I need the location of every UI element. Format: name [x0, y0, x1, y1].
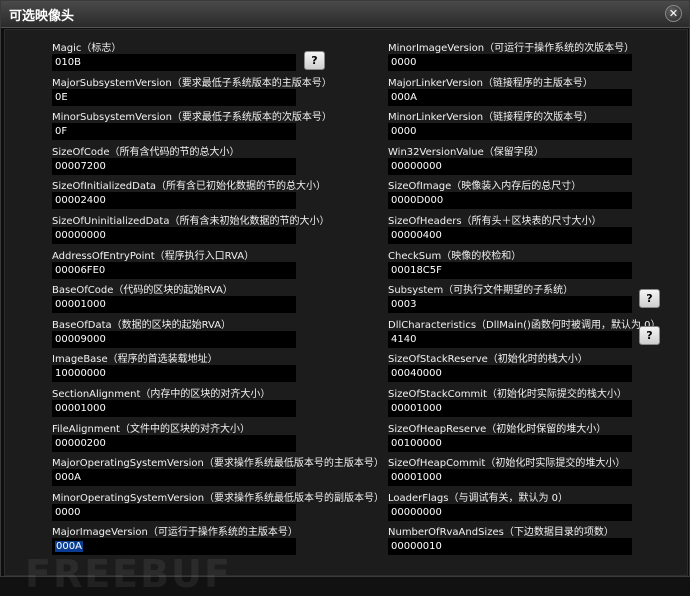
- subsystem-label: Subsystem（可执行文件期望的子系统）: [388, 285, 574, 297]
- close-icon[interactable]: ✕: [665, 5, 682, 22]
- minor-linker-version-label: MinorLinkerVersion（链接程序的次版本号）: [388, 112, 594, 124]
- size-of-image-input[interactable]: 0000D000: [388, 192, 632, 210]
- base-of-code-input[interactable]: 00001000: [52, 296, 296, 314]
- minor-operating-system-version-input[interactable]: 0000: [52, 503, 296, 521]
- loader-flags-input[interactable]: 00000000: [388, 503, 632, 521]
- magic-label: Magic（标志）: [52, 43, 122, 54]
- file-alignment-label: FileAlignment（文件中的区块的对齐大小）: [52, 423, 250, 435]
- major-image-version-selected-text: 000A: [55, 541, 83, 553]
- minor-subsystem-version-label: MinorSubsystemVersion（要求最低子系统版本的次版本号）: [52, 112, 332, 124]
- fields-panel: FREEBUF Magic（标志） 010B MajorSubsystemVersi…: [4, 29, 688, 596]
- size-of-stack-commit-input[interactable]: 00001000: [388, 400, 632, 417]
- number-of-rva-and-sizes-input[interactable]: 00000010: [388, 538, 632, 556]
- size-of-headers-label: SizeOfHeaders（所有头＋区块表的尺寸大小）: [388, 216, 602, 227]
- size-of-initialized-data-label: SizeOfInitializedData（所有含已初始化数据的节的总大小）: [52, 181, 326, 193]
- loader-flags-label: LoaderFlags（与调试有关，默认为 0）: [388, 492, 569, 504]
- base-of-data-label: BaseOfData（数据的区块的起始RVA）: [52, 319, 232, 331]
- win32version-value-label: Win32VersionValue（保留字段）: [388, 146, 544, 158]
- size-of-heap-reserve-input[interactable]: 00100000: [388, 434, 632, 452]
- size-of-uninitialized-data-label: SizeOfUninitializedData（所有含未初始化数据的节的大小）: [52, 216, 330, 227]
- subsystem-help-button[interactable]: ?: [639, 289, 660, 308]
- size-of-stack-commit-label: SizeOfStackCommit（初始化时实际提交的栈大小）: [388, 389, 627, 400]
- size-of-stack-reserve-input[interactable]: 00040000: [388, 365, 632, 383]
- size-of-code-label: SizeOfCode（所有含代码的节的总大小）: [52, 146, 240, 158]
- watermark-logo: FREEBUF: [25, 552, 232, 596]
- check-sum-input[interactable]: 00018C5F: [388, 261, 632, 279]
- dialog-title: 可选映像头: [9, 9, 75, 24]
- dll-characteristics-input[interactable]: 4140: [388, 330, 632, 348]
- major-subsystem-version-input[interactable]: 0E: [52, 88, 296, 106]
- size-of-heap-commit-label: SizeOfHeapCommit（初始化时实际提交的堆大小）: [388, 458, 626, 470]
- minor-image-version-label: MinorImageVersion（可运行于操作系统的次版本号）: [388, 43, 635, 54]
- base-of-data-input[interactable]: 00009000: [52, 330, 296, 348]
- minor-linker-version-input[interactable]: 0000: [388, 123, 632, 141]
- major-subsystem-version-label: MajorSubsystemVersion（要求最低子系统版本的主版本号）: [52, 77, 332, 89]
- minor-image-version-input[interactable]: 0000: [388, 54, 632, 71]
- minor-operating-system-version-label: MinorOperatingSystemVersion（要求操作系统最低版本号的…: [52, 492, 385, 504]
- size-of-image-label: SizeOfImage（映像装入内存后的总尺寸）: [388, 181, 582, 193]
- size-of-uninitialized-data-input[interactable]: 00000000: [52, 227, 296, 244]
- section-alignment-input[interactable]: 00001000: [52, 400, 296, 417]
- magic-input[interactable]: 010B: [52, 54, 296, 71]
- major-linker-version-label: MajorLinkerVersion（链接程序的主版本号）: [388, 77, 593, 89]
- file-alignment-input[interactable]: 00000200: [52, 434, 296, 452]
- dll-characteristics-label: DllCharacteristics（DllMain()函数何时被调用，默认为 …: [388, 319, 661, 331]
- title-bar: 可选映像头 ✕: [1, 1, 689, 28]
- size-of-headers-input[interactable]: 00000400: [388, 227, 632, 244]
- size-of-code-input[interactable]: 00007200: [52, 157, 296, 175]
- image-base-input[interactable]: 10000000: [52, 365, 296, 383]
- dll-characteristics-help-button[interactable]: ?: [639, 326, 660, 345]
- magic-help-button[interactable]: ?: [304, 51, 325, 70]
- section-alignment-label: SectionAlignment（内存中的区块的对齐大小）: [52, 389, 271, 400]
- major-operating-system-version-label: MajorOperatingSystemVersion（要求操作系统最低版本号的…: [52, 458, 384, 470]
- subsystem-input[interactable]: 0003: [388, 296, 632, 314]
- base-of-code-label: BaseOfCode（代码的区块的起始RVA）: [52, 285, 233, 297]
- major-image-version-label: MajorImageVersion（可运行于操作系统的主版本号）: [52, 527, 298, 539]
- major-operating-system-version-input[interactable]: 000A: [52, 469, 296, 487]
- optional-header-dialog: 可选映像头 ✕ FREEBUF Magic（标志） 010B MajorSubsys…: [0, 0, 690, 596]
- major-image-version-input[interactable]: 000A: [52, 538, 296, 556]
- major-linker-version-input[interactable]: 000A: [388, 88, 632, 106]
- number-of-rva-and-sizes-label: NumberOfRvaAndSizes（下边数据目录的项数）: [388, 527, 614, 539]
- address-of-entry-point-label: AddressOfEntryPoint（程序执行入口RVA）: [52, 250, 255, 262]
- minor-subsystem-version-input[interactable]: 0F: [52, 123, 296, 141]
- check-sum-label: CheckSum（映像的校检和）: [388, 250, 522, 262]
- address-of-entry-point-input[interactable]: 00006FE0: [52, 261, 296, 279]
- image-base-label: ImageBase（程序的首选装载地址）: [52, 354, 218, 366]
- win32version-value-input[interactable]: 00000000: [388, 157, 632, 175]
- size-of-heap-reserve-label: SizeOfHeapReserve（初始化时保留的堆大小）: [388, 423, 607, 435]
- size-of-heap-commit-input[interactable]: 00001000: [388, 469, 632, 487]
- size-of-initialized-data-input[interactable]: 00002400: [52, 192, 296, 210]
- size-of-stack-reserve-label: SizeOfStackReserve（初始化时的栈大小）: [388, 354, 588, 366]
